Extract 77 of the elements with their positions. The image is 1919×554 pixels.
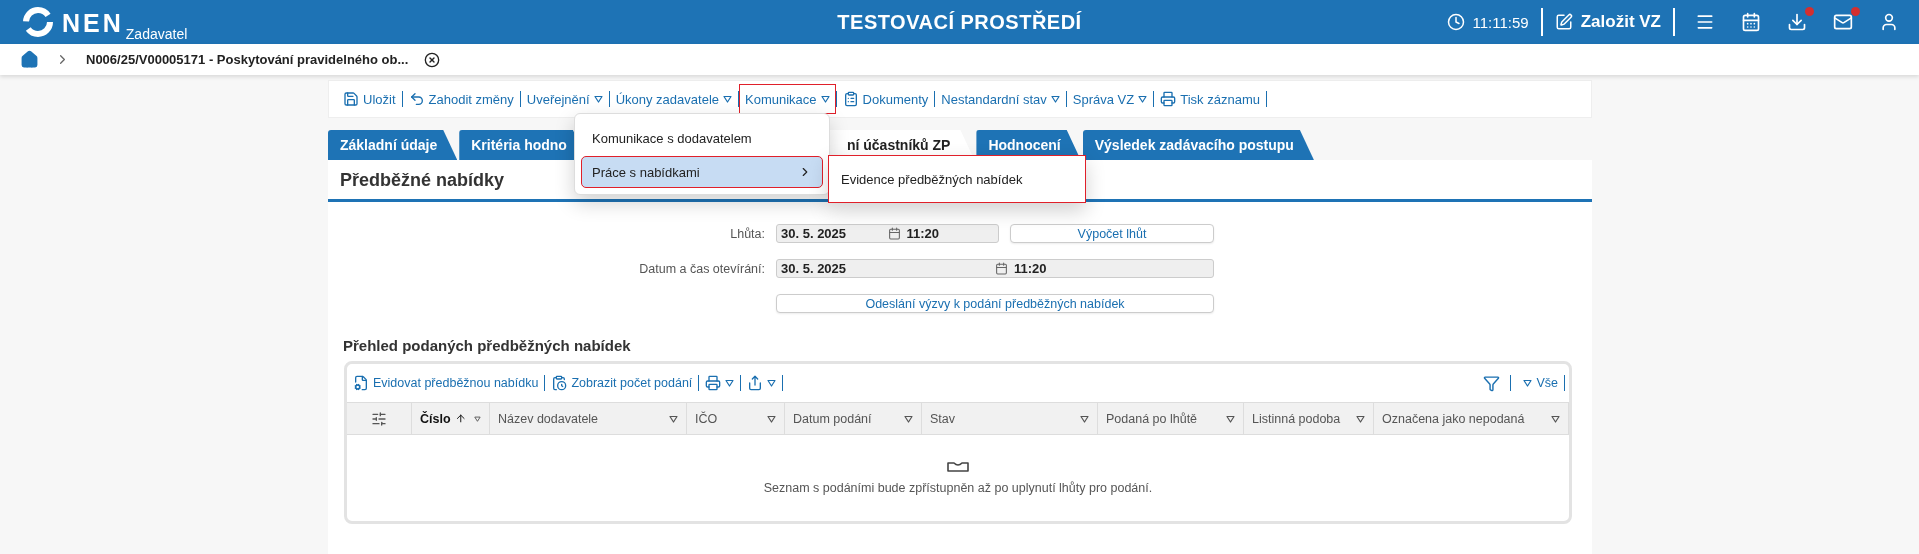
field-label: Datum a čas otevírání:: [638, 261, 765, 276]
save-icon: [343, 91, 359, 107]
document-gear-icon: [353, 375, 369, 391]
caret-icon: [1138, 95, 1148, 103]
column-header[interactable]: Listinná podoba: [1244, 403, 1374, 434]
toolbar-button[interactable]: Zahodit změny: [402, 84, 520, 114]
close-icon[interactable]: [424, 51, 441, 68]
column-header[interactable]: Označena jako nepodaná: [1374, 403, 1569, 434]
column-header[interactable]: Datum podání: [785, 403, 922, 434]
calendar-icon: [995, 262, 1008, 275]
caret-icon: [474, 414, 481, 423]
caret-icon: [904, 414, 913, 423]
table-action-button[interactable]: Evidovat předběžnou nabídku: [351, 375, 541, 391]
send-button[interactable]: Odeslání výzvy k podání předběžných nabídek: [776, 294, 1214, 313]
toolbar-button[interactable]: Úkony zadavatele: [609, 84, 738, 114]
caret-icon: [593, 95, 603, 103]
date-time-field[interactable]: 30. 5. 2025 11:20: [776, 224, 999, 243]
calendar-icon[interactable]: [1741, 12, 1761, 32]
caret-icon: [1226, 414, 1235, 423]
caret-icon: [1080, 414, 1089, 423]
column-header[interactable]: IČO: [687, 403, 785, 434]
share-icon: [747, 375, 764, 391]
view-filter-button[interactable]: Vše: [1521, 376, 1560, 390]
home-icon[interactable]: [20, 50, 39, 69]
toolbar-button[interactable]: Uložit: [337, 84, 402, 114]
table-action-button[interactable]: [703, 375, 737, 391]
field-label: Lhůta:: [729, 226, 765, 241]
caret-icon: [767, 379, 777, 387]
logo-text: NEN: [62, 8, 124, 38]
table-title: Přehled podaných předběžných nabídek: [343, 337, 632, 354]
clock-time: 11:11:59: [1472, 13, 1529, 31]
tab[interactable]: Výsledek zadávacího postupu: [1082, 130, 1314, 160]
caret-icon: [669, 414, 678, 423]
printer-icon: [705, 375, 722, 391]
caret-icon: [1356, 414, 1365, 423]
date-time-field[interactable]: 30. 5. 2025 11:20: [776, 259, 1214, 278]
calculate-button[interactable]: Výpočet lhůt: [1010, 224, 1214, 243]
empty-tray-icon: [946, 461, 970, 473]
undo-icon: [408, 91, 425, 107]
create-button[interactable]: Založit VZ: [1554, 12, 1661, 32]
environment-title: TESTOVACÍ PROSTŘEDÍ: [837, 10, 1082, 34]
mail-icon[interactable]: [1833, 12, 1853, 32]
edit-icon: [1554, 13, 1573, 31]
filter-icon[interactable]: [1483, 374, 1501, 392]
download-icon[interactable]: [1787, 12, 1807, 32]
user-icon[interactable]: [1879, 12, 1899, 32]
clipboard-icon: [842, 91, 859, 107]
toolbar-button[interactable]: Uveřejnění: [520, 84, 609, 114]
logo-icon: [22, 6, 54, 38]
clipboard-clock-icon: [551, 375, 568, 391]
caret-icon: [723, 95, 732, 103]
menu-item[interactable]: Evidence předběžných nabídek: [841, 171, 1023, 187]
table-action-button[interactable]: Zobrazit počet podání: [549, 375, 695, 391]
toolbar-button[interactable]: Správa VZ: [1066, 84, 1154, 114]
toolbar-button[interactable]: Tisk záznamu: [1154, 84, 1266, 114]
caret-icon: [1551, 414, 1560, 423]
menu-item[interactable]: Práce s nabídkami: [581, 156, 823, 188]
caret-icon: [1523, 379, 1533, 387]
clock-icon: [1446, 13, 1465, 31]
logo-subtitle: Zadavatel: [125, 26, 188, 42]
toolbar-button[interactable]: Dokumenty: [836, 84, 935, 114]
column-header[interactable]: Číslo: [412, 403, 490, 434]
tab[interactable]: Základní údaje: [328, 130, 458, 160]
column-header[interactable]: Podaná po lhůtě: [1098, 403, 1244, 434]
printer-icon: [1160, 91, 1177, 107]
caret-icon: [767, 414, 776, 423]
menu-icon[interactable]: [1695, 12, 1715, 32]
column-settings-icon[interactable]: [371, 410, 387, 427]
column-header[interactable]: Stav: [922, 403, 1098, 434]
caret-icon: [1050, 95, 1060, 103]
caret-icon: [725, 379, 735, 387]
empty-message: Seznam s podáními bude zpřístupněn až po uplynutí lhůty pro podání.: [763, 481, 1153, 495]
column-header[interactable]: Název dodavatele: [490, 403, 687, 434]
breadcrumb-title[interactable]: N006/25/V00005171 - Poskytování pravidelného ob...: [86, 52, 409, 67]
caret-icon: [820, 95, 830, 103]
calendar-icon: [887, 227, 901, 240]
toolbar-button[interactable]: Nestandardní stav: [935, 84, 1066, 114]
